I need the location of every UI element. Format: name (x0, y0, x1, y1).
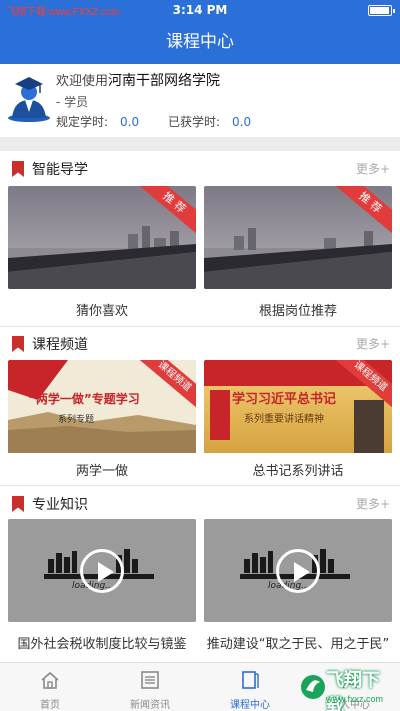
section-guided-learning: 智能导学 更多+ (0, 153, 400, 183)
user-role: - 学员 (56, 95, 89, 109)
tab-label: 首页 (40, 700, 60, 711)
course-card-guess[interactable]: 推 荐 (8, 186, 196, 289)
watermark-logo: 飞翔下载 www.fxxz.com (300, 664, 396, 711)
section-title: 课程频道 (32, 337, 88, 353)
clock: 3:14 PM (172, 3, 228, 17)
required-hours-value: 0.0 (120, 115, 140, 129)
page-title: 课程中心 (0, 20, 400, 64)
card-label[interactable]: 推动建设“取之于民、用之于民” (204, 633, 392, 652)
battery-icon (368, 5, 395, 16)
section-title: 专业知识 (32, 497, 88, 513)
course-card-two-studies[interactable]: “两学一做”专题学习 系列专题 课程频道 (8, 360, 196, 463)
profile-panel: 欢迎使用河南干部网络学院 - 学员 规定学时: 0.0 已获学时: 0.0 (0, 64, 400, 136)
video-card-build[interactable]: loading... (204, 519, 392, 622)
bookmark-icon (12, 161, 24, 177)
required-hours-label: 规定学时: (56, 115, 109, 129)
section-course-channel: 课程频道 更多+ (0, 328, 400, 358)
school-name: 河南干部网络学院 (108, 73, 221, 89)
watermark-url: www.fxxz.com (326, 694, 384, 704)
banner-subtext: 系列专题 (58, 415, 95, 425)
card-label[interactable]: 国外社会税收制度比较与镜鉴 (8, 633, 196, 652)
banner-subtext: 系列重要讲话精神 (244, 414, 324, 425)
course-card-speeches[interactable]: 学习习近平总书记 系列重要讲话精神 课程频道 (204, 360, 392, 463)
status-bar: 飞翔下载 www.FXXZ.com 3:14 PM (0, 0, 400, 20)
banner-text: 学习习近平总书记 (232, 392, 337, 407)
section-divider (0, 137, 400, 151)
tab-label: 新闻资讯 (130, 700, 170, 711)
card-label[interactable]: 猜你喜欢 (8, 300, 196, 319)
bookmark-icon (12, 336, 24, 352)
more-link[interactable]: 更多+ (356, 160, 390, 177)
bird-logo-icon (301, 675, 325, 699)
earned-hours-label: 已获学时: (168, 115, 221, 129)
more-link[interactable]: 更多+ (356, 495, 390, 512)
welcome-text: 欢迎使用河南干部网络学院 (56, 70, 220, 90)
banner-text: “两学一做”专题学习 (28, 392, 140, 406)
play-icon[interactable] (80, 549, 124, 593)
section-title: 智能导学 (32, 162, 88, 178)
bookmark-icon (12, 496, 24, 512)
tab-news[interactable]: 新闻资讯 (100, 663, 200, 711)
welcome-prefix: 欢迎使用 (56, 74, 109, 89)
card-label[interactable]: 总书记系列讲话 (204, 460, 392, 479)
earned-hours: 已获学时: 0.0 (168, 113, 251, 130)
more-link[interactable]: 更多+ (356, 335, 390, 352)
watermark-title: 飞翔下载 (326, 670, 380, 711)
play-icon[interactable] (276, 549, 320, 593)
divider (0, 326, 400, 327)
section-professional-knowledge: 专业知识 更多+ (0, 488, 400, 518)
home-icon (41, 671, 59, 689)
card-label[interactable]: 根据岗位推荐 (204, 300, 392, 319)
divider (0, 485, 400, 486)
earned-hours-value: 0.0 (232, 115, 252, 129)
course-icon (242, 671, 259, 689)
news-icon (141, 671, 159, 689)
card-label[interactable]: 两学一做 (8, 460, 196, 479)
course-card-position[interactable]: 推 荐 (204, 186, 392, 289)
tab-label: 课程中心 (230, 700, 270, 711)
tab-course-center[interactable]: 课程中心 (200, 663, 300, 711)
required-hours: 规定学时: 0.0 (56, 113, 139, 130)
video-card-tax[interactable]: loading... (8, 519, 196, 622)
tab-home[interactable]: 首页 (0, 663, 100, 711)
graduate-avatar-icon (8, 77, 50, 122)
